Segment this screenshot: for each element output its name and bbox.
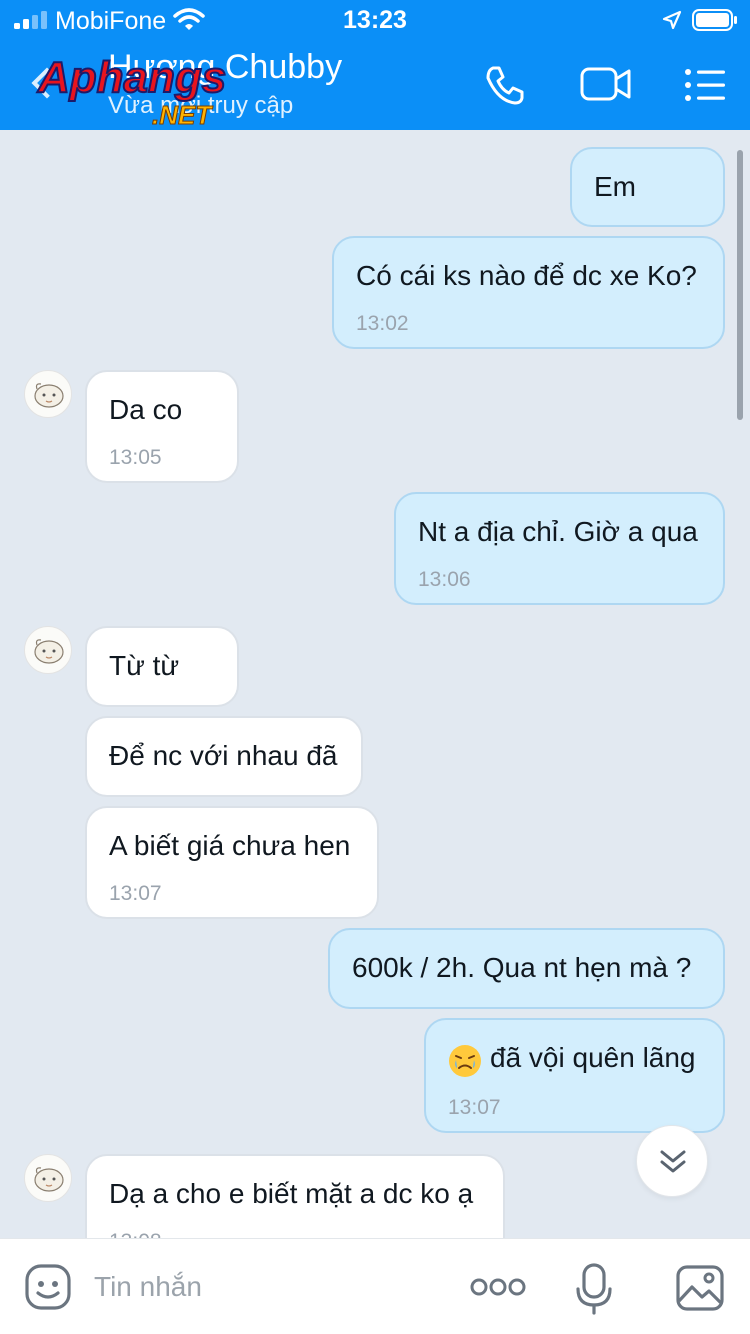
message-text: Da co [109,394,183,425]
phone-call-icon[interactable] [484,64,526,106]
message-bubble[interactable]: A biết giá chưa hen 13:07 [85,806,379,919]
message-text: Từ từ [109,650,180,681]
message-bubble[interactable]: Có cái ks nào để dc xe Ko? 13:02 [332,236,725,349]
message-text: Em [594,171,636,202]
status-bar: MobiFone 13:23 [0,0,750,40]
message-text: 600k / 2h. Qua nt hẹn mà ? [352,952,692,983]
message-text: Có cái ks nào để dc xe Ko? [356,260,697,291]
message-composer: Tin nhắn [0,1238,750,1334]
scroll-to-bottom-button[interactable] [636,1125,708,1197]
message-text: Dạ a cho e biết mặt a dc ko ạ [109,1178,474,1209]
avatar-sheep-icon [34,383,64,408]
message-time: 13:02 [356,312,409,335]
message-time: 13:07 [448,1096,501,1119]
avatar-sheep-icon [34,1167,64,1192]
avatar-sheep-icon [34,639,64,664]
chat-header: MobiFone 13:23 Hương Chubby Vừa mới truy… [0,0,750,130]
more-options-icon[interactable] [470,1277,526,1297]
watermark-logo: Aphangs .NET [36,52,227,130]
scrollbar[interactable] [737,150,743,420]
message-time: 13:06 [418,568,471,591]
svg-text:Aphangs: Aphangs [37,53,226,102]
message-bubble[interactable]: Em [570,147,725,227]
battery-icon [692,9,737,31]
message-bubble[interactable]: Từ từ [85,626,239,707]
message-text: Để nc với nhau đã [109,740,338,771]
microphone-icon[interactable] [576,1263,612,1315]
message-text: đã vội quên lãng [490,1042,696,1073]
image-icon[interactable] [676,1265,724,1311]
message-bubble[interactable]: Da co 13:05 [85,370,239,483]
location-arrow-icon [662,10,682,30]
message-text: Nt a địa chỉ. Giờ a qua [418,516,698,547]
message-time: 13:07 [109,882,162,905]
crying-face-icon [449,1045,481,1077]
message-bubble[interactable]: Nt a địa chỉ. Giờ a qua 13:06 [394,492,725,605]
message-time: 13:05 [109,446,162,469]
double-chevron-down-icon [660,1150,686,1173]
message-bubble[interactable]: đã vội quên lãng 13:07 [424,1018,725,1133]
sticker-emoji-icon[interactable] [24,1263,72,1311]
menu-list-icon[interactable] [684,68,728,102]
message-input[interactable]: Tin nhắn [94,1271,202,1303]
contact-avatar[interactable] [24,626,72,674]
status-time: 13:23 [343,6,407,34]
video-call-icon[interactable] [580,66,632,102]
message-text: A biết giá chưa hen [109,830,351,861]
svg-text:.NET: .NET [152,100,213,130]
contact-avatar[interactable] [24,1154,72,1202]
message-bubble[interactable]: Để nc với nhau đã [85,716,363,797]
message-bubble[interactable]: 600k / 2h. Qua nt hẹn mà ? [328,928,725,1009]
contact-avatar[interactable] [24,370,72,418]
